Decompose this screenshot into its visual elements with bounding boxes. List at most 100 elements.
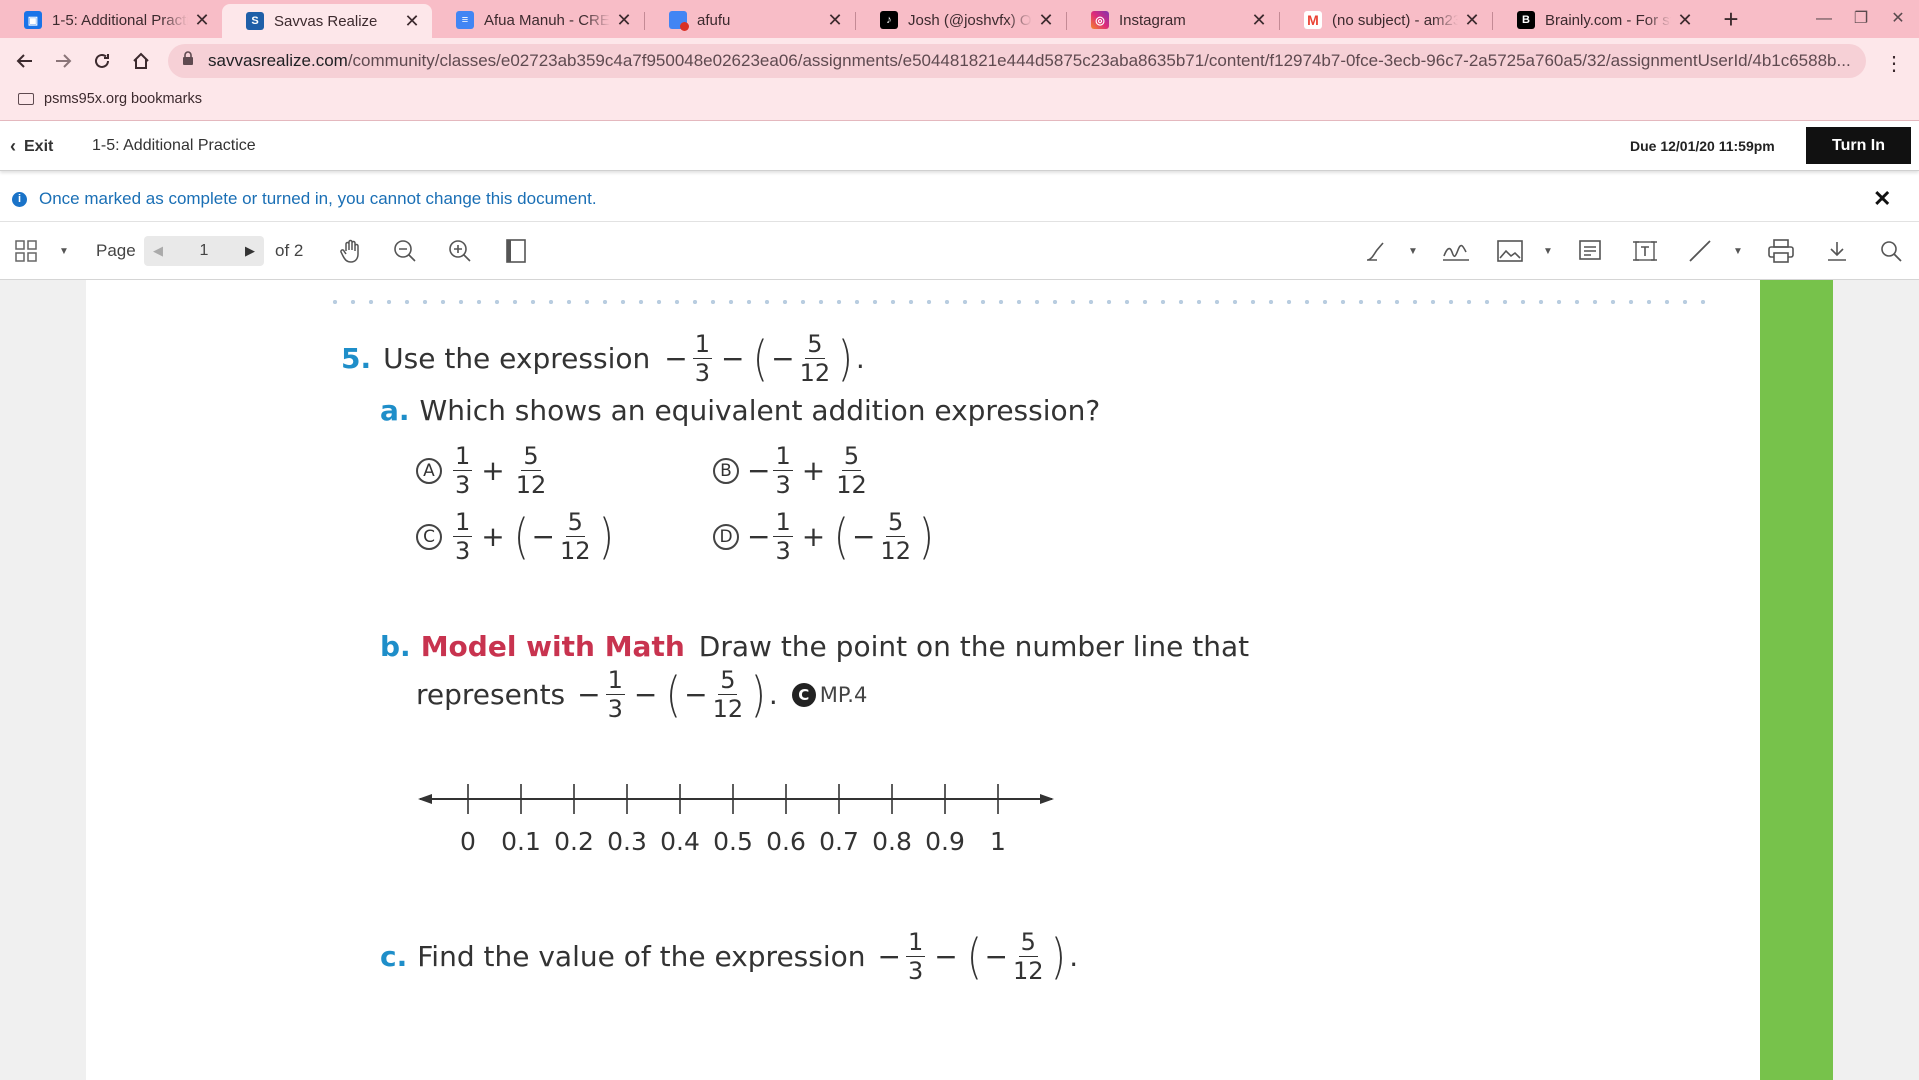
text-box-icon — [1633, 241, 1657, 261]
pdf-toolbar: ▼ Page ◀ ▶ of 2 ▼ ▼ ▼ — [0, 222, 1919, 280]
back-button[interactable] — [10, 46, 40, 76]
close-notice-icon[interactable]: ✕ — [1873, 186, 1891, 212]
browser-tab-bar: ▣ 1-5: Additional Practice ✕ S Savvas Re… — [0, 0, 1919, 38]
previous-page-button[interactable]: ◀ — [144, 243, 172, 259]
print-button[interactable] — [1765, 236, 1797, 266]
tab-afufu[interactable]: afufu ✕ — [645, 4, 855, 36]
reload-button[interactable] — [87, 46, 117, 76]
choice-a-bubble[interactable]: A — [416, 457, 442, 484]
tab-instagram[interactable]: ◎ Instagram ✕ — [1067, 4, 1279, 36]
tab-gmail[interactable]: M (no subject) - am233 ✕ — [1280, 4, 1492, 36]
left-paren: ( — [513, 508, 529, 565]
thumbnails-button[interactable] — [12, 236, 40, 266]
problem-number: 5. — [341, 342, 372, 375]
minus-sign: − — [984, 940, 1008, 973]
choice-b-bubble[interactable]: B — [713, 457, 739, 484]
url-input[interactable]: savvasrealize.com/community/classes/e027… — [168, 44, 1866, 78]
right-paren: ) — [918, 508, 934, 565]
pen-dropdown-icon[interactable]: ▼ — [1405, 236, 1421, 266]
next-page-button[interactable]: ▶ — [236, 243, 264, 259]
forward-button[interactable] — [48, 46, 78, 76]
right-paren: ) — [598, 508, 614, 565]
chevron-left-icon: ‹ — [10, 136, 16, 156]
browser-menu-icon[interactable]: ⋮ — [1884, 51, 1904, 76]
choice-c[interactable]: C 13 + ( − 5 12 ) — [416, 510, 616, 563]
choice-d-bubble[interactable]: D — [713, 523, 739, 550]
choice-a[interactable]: A 13 + 5 12 — [416, 444, 551, 497]
hand-icon — [340, 239, 359, 263]
close-tab-icon[interactable]: ✕ — [1038, 10, 1054, 31]
fraction: 13 — [692, 330, 712, 387]
right-paren: ) — [750, 666, 766, 723]
number-line-label: 0.4 — [660, 827, 700, 856]
minus-sign: − — [633, 678, 658, 711]
tiktok-icon: ♪ — [880, 11, 898, 29]
choice-c-bubble[interactable]: C — [416, 523, 442, 550]
restore-window-button[interactable]: ❐ — [1841, 6, 1881, 32]
close-tab-icon[interactable]: ✕ — [1464, 10, 1480, 31]
grid-icon — [15, 240, 37, 262]
tab-savvas-realize[interactable]: S Savvas Realize ✕ — [222, 4, 432, 38]
notice-banner: i Once marked as complete or turned in, … — [0, 176, 1919, 222]
note-icon — [1579, 240, 1601, 260]
bookmark-folder[interactable]: psms95x.org bookmarks — [18, 91, 202, 107]
period: . — [855, 342, 865, 375]
tab-tiktok[interactable]: ♪ Josh (@joshvfx) Official ✕ — [856, 4, 1066, 36]
line-tool-button[interactable] — [1685, 236, 1715, 266]
image-tool-button[interactable] — [1495, 236, 1525, 266]
page-number-input[interactable] — [172, 236, 236, 266]
minus-sign: − — [877, 940, 901, 973]
page-label: Page — [96, 241, 136, 260]
signature-tool-button[interactable] — [1440, 236, 1472, 266]
close-window-button[interactable]: ✕ — [1878, 6, 1918, 32]
close-tab-icon[interactable]: ✕ — [404, 11, 420, 32]
pen-icon — [1367, 242, 1384, 261]
gmail-icon: M — [1304, 11, 1322, 29]
minus-sign: − — [664, 342, 688, 375]
close-tab-icon[interactable]: ✕ — [616, 10, 632, 31]
image-dropdown-icon[interactable]: ▼ — [1540, 236, 1556, 266]
choice-d[interactable]: D − 13 + ( − 5 12 ) — [713, 510, 937, 563]
fit-page-button[interactable] — [503, 236, 529, 266]
dotted-divider — [326, 300, 1711, 304]
arrow-right-icon — [1040, 794, 1054, 804]
text-box-tool-button[interactable] — [1630, 236, 1660, 266]
pen-tool-button[interactable] — [1362, 236, 1392, 266]
period: . — [768, 678, 778, 711]
zoom-out-button[interactable] — [390, 236, 420, 266]
number-line[interactable]: 0 0.1 0.2 0.3 0.4 0.5 0.6 0.7 0.8 0.9 1 — [416, 764, 1056, 864]
page-count: of 2 — [275, 241, 304, 260]
part-a-text: Which shows an equivalent addition expre… — [419, 394, 1101, 427]
classroom-icon: ▣ — [24, 11, 42, 29]
minimize-window-button[interactable]: — — [1804, 6, 1844, 32]
arrow-left-icon — [418, 794, 432, 804]
close-tab-icon[interactable]: ✕ — [827, 10, 843, 31]
number-line-label: 0 — [460, 827, 476, 856]
tab-additional-practice[interactable]: ▣ 1-5: Additional Practice ✕ — [0, 4, 222, 36]
pan-tool-button[interactable] — [336, 236, 366, 266]
download-button[interactable] — [1822, 236, 1852, 266]
document-viewport[interactable]: 5. Use the expression − 13 − ( − 5 12 ) .… — [0, 280, 1919, 1080]
choice-b[interactable]: B − 13 + 5 12 — [713, 444, 872, 497]
minus-sign: − — [771, 342, 795, 375]
search-button[interactable] — [1876, 236, 1906, 266]
bookmark-label: psms95x.org bookmarks — [44, 91, 202, 107]
line-dropdown-icon[interactable]: ▼ — [1730, 236, 1746, 266]
note-tool-button[interactable] — [1575, 236, 1605, 266]
close-tab-icon[interactable]: ✕ — [194, 10, 210, 31]
minus-sign: − — [577, 678, 601, 711]
exit-button[interactable]: ‹ Exit — [10, 136, 53, 157]
new-tab-button[interactable]: + — [1716, 4, 1746, 34]
home-button[interactable] — [126, 46, 156, 76]
assignment-header: ‹ Exit 1-5: Additional Practice Due 12/0… — [0, 121, 1919, 171]
problem-stem: Use the expression — [383, 342, 651, 375]
thumbnails-dropdown-icon[interactable]: ▼ — [56, 236, 72, 266]
tab-brainly[interactable]: B Brainly.com - For students ✕ — [1493, 4, 1705, 36]
close-tab-icon[interactable]: ✕ — [1251, 10, 1267, 31]
close-tab-icon[interactable]: ✕ — [1677, 10, 1693, 31]
tab-afua-manuh[interactable]: ≡ Afua Manuh - CREATE ✕ — [432, 4, 644, 36]
turn-in-button[interactable]: Turn In — [1806, 127, 1911, 164]
image-icon — [1497, 240, 1523, 262]
number-line-label: 0.9 — [925, 827, 965, 856]
zoom-in-button[interactable] — [445, 236, 475, 266]
